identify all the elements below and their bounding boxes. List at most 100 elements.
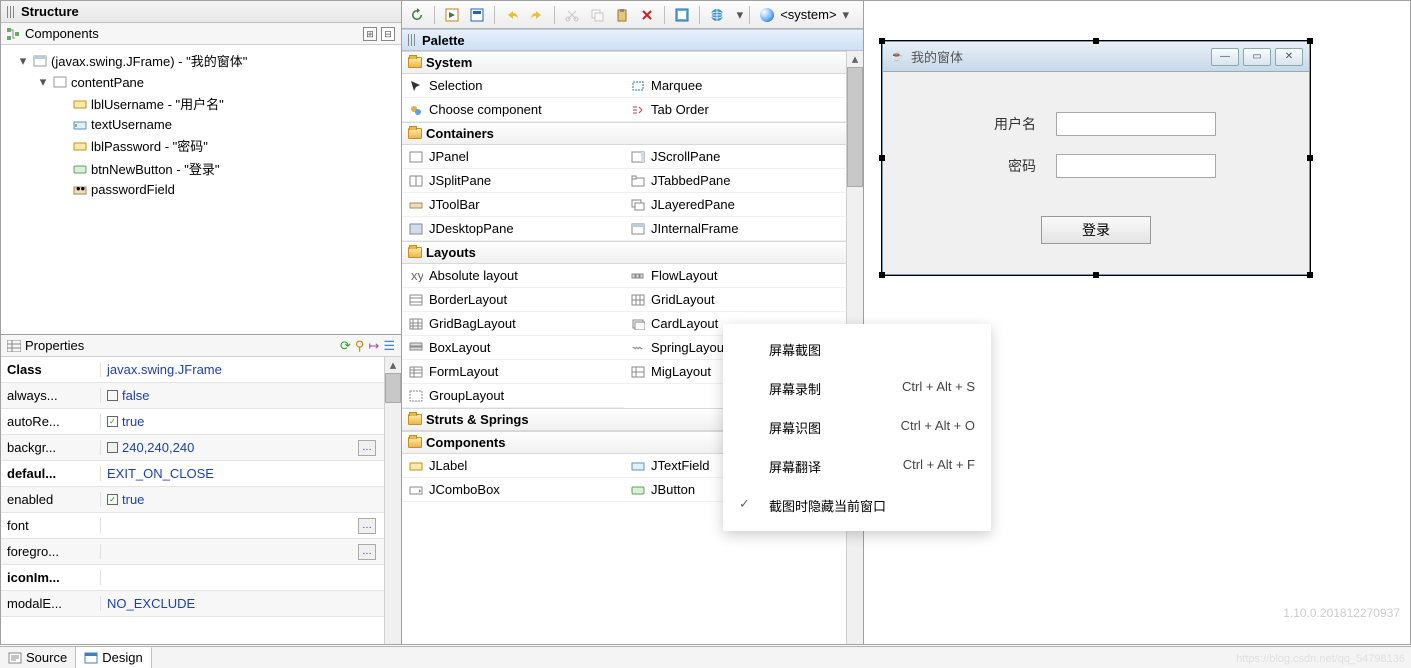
- palette-item[interactable]: Marquee: [624, 74, 846, 98]
- palette-item[interactable]: JPanel: [402, 145, 624, 169]
- palette-item[interactable]: BorderLayout: [402, 288, 624, 312]
- label-icon: [72, 97, 88, 111]
- property-row[interactable]: enabled✓true: [1, 487, 384, 513]
- palette-item[interactable]: JSplitPane: [402, 169, 624, 193]
- minimize-button[interactable]: —: [1211, 48, 1239, 66]
- palette-category[interactable]: System: [402, 51, 846, 74]
- palette-item[interactable]: Tab Order: [624, 98, 846, 122]
- palette-item[interactable]: GridBagLayout: [402, 312, 624, 336]
- design-icon: [84, 652, 98, 664]
- username-label: 用户名: [976, 114, 1036, 134]
- property-row[interactable]: iconIm...: [1, 565, 384, 591]
- svg-text:xy: xy: [411, 270, 423, 282]
- ellipsis-button[interactable]: …: [358, 440, 376, 456]
- tree-node[interactable]: textUsername: [3, 115, 399, 134]
- test-button[interactable]: [441, 4, 463, 26]
- props-tool-4-icon[interactable]: ☰: [383, 338, 395, 354]
- layered-icon: [630, 198, 646, 212]
- copy-button[interactable]: [586, 4, 608, 26]
- palette-item[interactable]: FlowLayout: [624, 264, 846, 288]
- property-row[interactable]: autoRe...✓true: [1, 409, 384, 435]
- palette-item[interactable]: JLayeredPane: [624, 193, 846, 217]
- maximize-button[interactable]: ▭: [1243, 48, 1271, 66]
- palette-item[interactable]: JComboBox: [402, 478, 624, 502]
- jframe-preview[interactable]: ☕ 我的窗体 — ▭ ✕ 用户名 密码: [882, 41, 1310, 275]
- login-button[interactable]: 登录: [1041, 216, 1151, 244]
- tree-node[interactable]: lblPassword - "密码": [3, 134, 399, 157]
- palette-item[interactable]: Selection: [402, 74, 624, 98]
- collapse-all-button[interactable]: ⊟: [381, 27, 395, 41]
- close-button[interactable]: ✕: [1275, 48, 1303, 66]
- card-icon: [630, 317, 646, 331]
- palette-item[interactable]: xyAbsolute layout: [402, 264, 624, 288]
- props-tool-3-icon[interactable]: ↦: [368, 338, 379, 354]
- text-icon: [630, 459, 646, 473]
- palette-item[interactable]: JInternalFrame: [624, 217, 846, 241]
- tab-source[interactable]: Source: [0, 647, 76, 668]
- context-menu-item[interactable]: 屏幕截图: [723, 330, 991, 369]
- text-icon: [72, 118, 88, 132]
- preview-button[interactable]: [466, 4, 488, 26]
- context-menu-item[interactable]: 屏幕录制Ctrl + Alt + S: [723, 369, 991, 408]
- globe-dropdown-icon[interactable]: ▾: [737, 7, 744, 23]
- refresh-button[interactable]: [406, 4, 428, 26]
- iframe-icon: [630, 222, 646, 236]
- taborder-icon: [630, 103, 646, 117]
- tree-node[interactable]: ▾(javax.swing.JFrame) - "我的窗体": [3, 49, 399, 72]
- ellipsis-button[interactable]: …: [358, 544, 376, 560]
- abs-icon: xy: [408, 269, 424, 283]
- palette-item[interactable]: Choose component: [402, 98, 624, 122]
- palette-header: Palette: [402, 29, 863, 51]
- properties-table[interactable]: Classjavax.swing.JFramealways...falseaut…: [1, 357, 384, 644]
- palette-item[interactable]: BoxLayout: [402, 336, 624, 360]
- palette-category[interactable]: Layouts: [402, 241, 846, 264]
- context-menu-item[interactable]: 屏幕翻译Ctrl + Alt + F: [723, 447, 991, 486]
- properties-scrollbar[interactable]: ▴: [384, 357, 401, 644]
- property-row[interactable]: foregro...…: [1, 539, 384, 565]
- props-tool-2-icon[interactable]: ⚲: [355, 338, 365, 354]
- java-icon: ☕: [889, 49, 905, 65]
- palette-item[interactable]: JDesktopPane: [402, 217, 624, 241]
- property-row[interactable]: font…: [1, 513, 384, 539]
- username-field[interactable]: [1056, 112, 1216, 136]
- cut-button[interactable]: [561, 4, 583, 26]
- property-row[interactable]: defaul...EXIT_ON_CLOSE: [1, 461, 384, 487]
- props-tool-1-icon[interactable]: ⟳: [340, 338, 351, 354]
- globe-button[interactable]: [706, 4, 728, 26]
- property-row[interactable]: modalE...NO_EXCLUDE: [1, 591, 384, 617]
- paste-button[interactable]: [611, 4, 633, 26]
- design-canvas[interactable]: ☕ 我的窗体 — ▭ ✕ 用户名 密码: [864, 1, 1410, 644]
- context-menu[interactable]: 屏幕截图屏幕录制Ctrl + Alt + S屏幕识图Ctrl + Alt + O…: [723, 324, 991, 531]
- palette-item[interactable]: GridLayout: [624, 288, 846, 312]
- password-field[interactable]: [1056, 154, 1216, 178]
- context-menu-item[interactable]: 屏幕识图Ctrl + Alt + O: [723, 408, 991, 447]
- tree-node[interactable]: ▾contentPane: [3, 72, 399, 92]
- components-tree[interactable]: ▾(javax.swing.JFrame) - "我的窗体"▾contentPa…: [1, 45, 401, 334]
- form-icon: [408, 365, 424, 379]
- property-row[interactable]: always...false: [1, 383, 384, 409]
- property-row[interactable]: Classjavax.swing.JFrame: [1, 357, 384, 383]
- svg-text:••: ••: [76, 184, 86, 196]
- tree-node[interactable]: lblUsername - "用户名": [3, 92, 399, 115]
- tree-node[interactable]: btnNewButton - "登录": [3, 157, 399, 180]
- palette-item[interactable]: GroupLayout: [402, 384, 624, 408]
- tree-node[interactable]: ••passwordField: [3, 180, 399, 199]
- delete-button[interactable]: [636, 4, 658, 26]
- system-lnf-dropdown[interactable]: <system>▾: [756, 5, 859, 25]
- button-icon: [630, 483, 646, 497]
- redo-button[interactable]: [526, 4, 548, 26]
- tab-design[interactable]: Design: [76, 647, 151, 668]
- layout-button[interactable]: [671, 4, 693, 26]
- palette-item[interactable]: JScrollPane: [624, 145, 846, 169]
- expand-all-button[interactable]: ⊞: [363, 27, 377, 41]
- palette-item[interactable]: JTabbedPane: [624, 169, 846, 193]
- palette-item[interactable]: FormLayout: [402, 360, 624, 384]
- palette-category[interactable]: Containers: [402, 122, 846, 145]
- panel-icon: [52, 75, 68, 89]
- undo-button[interactable]: [501, 4, 523, 26]
- ellipsis-button[interactable]: …: [358, 518, 376, 534]
- property-row[interactable]: backgr...240,240,240…: [1, 435, 384, 461]
- context-menu-item[interactable]: ✓截图时隐藏当前窗口: [723, 486, 991, 525]
- palette-item[interactable]: JToolBar: [402, 193, 624, 217]
- palette-item[interactable]: JLabel: [402, 454, 624, 478]
